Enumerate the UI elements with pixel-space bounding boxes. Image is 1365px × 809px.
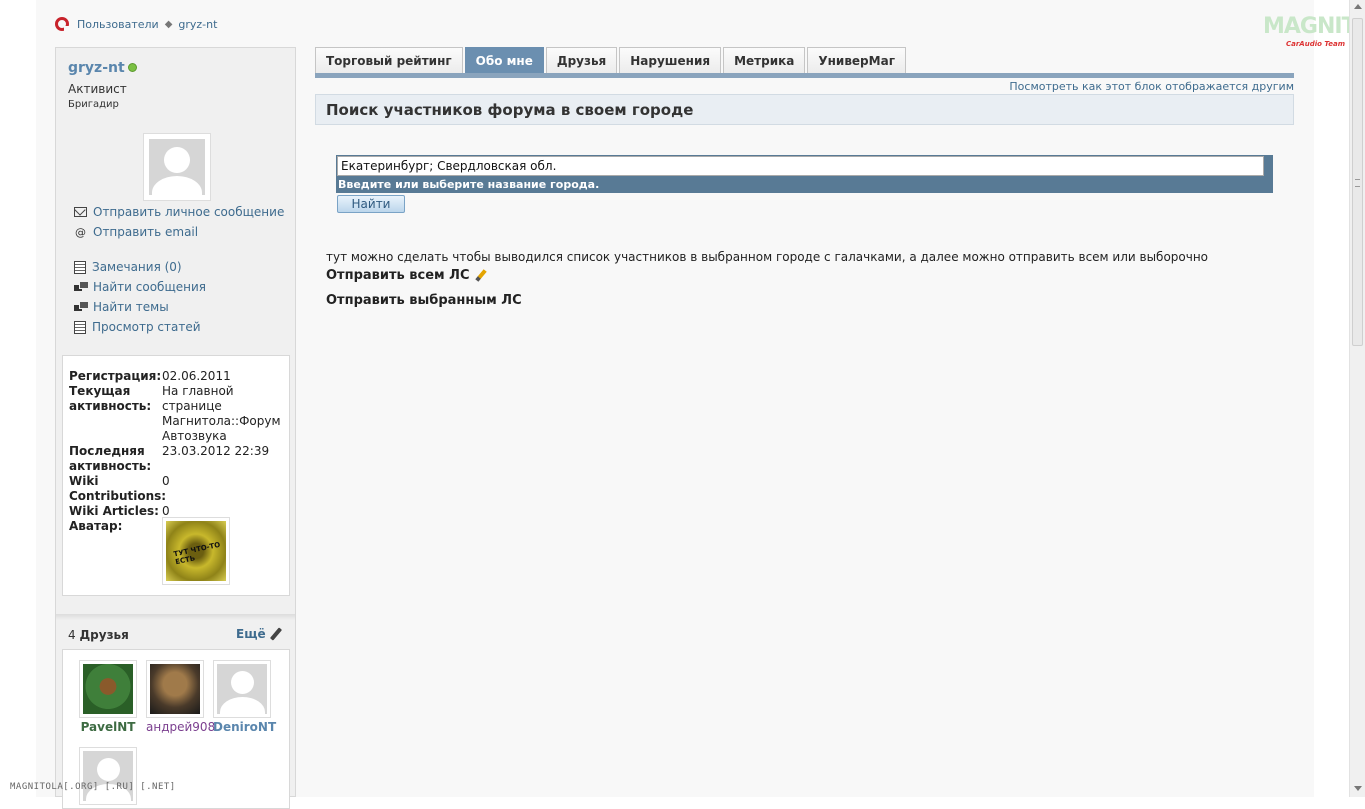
send-selected-pm[interactable]: Отправить выбранным ЛС <box>326 293 522 308</box>
find-posts-action[interactable]: Найти сообщения <box>74 280 206 294</box>
infractions-link[interactable]: Замечания (0) <box>92 260 182 274</box>
profile-tabs: Торговый рейтинг Обо мне Друзья Нарушени… <box>315 47 908 74</box>
activity-value: На главной <box>162 384 234 398</box>
logo-subtext: CarAudio Team <box>1285 40 1345 48</box>
infractions-action[interactable]: Замечания (0) <box>74 260 182 274</box>
send-pm-link[interactable]: Отправить личное сообщение <box>93 205 284 219</box>
find-threads-action[interactable]: Найти темы <box>74 300 169 314</box>
friends-heading: 4 Друзья <box>68 628 129 642</box>
breadcrumb: Пользователи ◆ gryz-nt <box>55 15 217 33</box>
breadcrumb-current[interactable]: gryz-nt <box>178 18 217 31</box>
registration-label: Регистрация: <box>69 369 162 383</box>
find-posts-link[interactable]: Найти сообщения <box>93 280 206 294</box>
friend-avatar[interactable] <box>79 660 137 718</box>
friend-name[interactable]: андрей908 <box>146 720 215 734</box>
profile-picture <box>143 133 211 201</box>
footer-watermark: MAGNITOLA[.ORG] [.RU] [.NET] <box>10 782 176 792</box>
tab-about-me[interactable]: Обо мне <box>464 47 544 73</box>
posts-icon <box>74 281 89 293</box>
friend-avatar[interactable] <box>146 660 204 718</box>
friends-count: 4 <box>68 628 76 642</box>
activity-label-2: активность: <box>69 399 152 413</box>
infraction-icon <box>74 260 86 274</box>
friends-title-text: Друзья <box>79 628 129 642</box>
activity-forum-link[interactable]: Магнитола::Форум <box>162 414 281 429</box>
find-button[interactable]: Найти <box>337 195 405 213</box>
username-text: gryz-nt <box>68 60 125 76</box>
last-activity-label: Последняя <box>69 444 145 458</box>
avatar-label: Аватар: <box>69 519 123 533</box>
tab-univermag[interactable]: УниверМаг <box>807 47 906 73</box>
friend-name[interactable]: PavelNT <box>79 720 137 734</box>
friend-name[interactable]: DeniroNT <box>213 720 276 734</box>
friend-item[interactable]: DeniroNT <box>213 660 276 734</box>
send-email-link[interactable]: Отправить email <box>93 225 198 239</box>
user-avatar-image: ТУТ ЧТО-ТО ЕСТЬ <box>162 517 230 585</box>
breadcrumb-users[interactable]: Пользователи <box>77 18 159 31</box>
wiki-contrib-value: 0 <box>162 474 170 488</box>
find-threads-link[interactable]: Найти темы <box>93 300 169 314</box>
scroll-up-arrow-icon[interactable] <box>1354 4 1362 9</box>
logo-text: MAGNITOLA <box>1263 14 1365 39</box>
friends-divider <box>56 614 295 620</box>
last-activity-value: 23.03.2012 22:39 <box>162 444 270 458</box>
friends-more-link[interactable]: Ещё <box>236 627 282 641</box>
breadcrumb-separator-icon: ◆ <box>164 18 173 30</box>
send-all-pm[interactable]: Отправить всем ЛС <box>326 268 487 283</box>
forum-home-icon[interactable] <box>55 17 69 31</box>
articles-icon <box>74 320 86 334</box>
site-logo[interactable]: MAGNITOLA CarAudio Team <box>1263 14 1365 50</box>
tab-infractions[interactable]: Нарушения <box>619 47 722 73</box>
at-sign-icon: @ <box>75 225 86 239</box>
profile-stats: Регистрация: 02.06.2011 Текущая активнос… <box>62 355 290 596</box>
city-search-panel: Введите или выберите название города. <box>336 155 1273 193</box>
online-status-icon <box>127 63 137 72</box>
friends-more-text[interactable]: Ещё <box>236 627 266 641</box>
default-avatar-icon <box>217 664 267 714</box>
city-search-input[interactable] <box>337 156 1264 176</box>
send-all-pm-text[interactable]: Отправить всем ЛС <box>326 268 470 283</box>
profile-username: gryz-nt <box>68 60 137 76</box>
scroll-down-arrow-icon[interactable] <box>1354 786 1362 791</box>
wiki-contrib-label-2: Contributions: <box>69 489 167 503</box>
city-search-hint: Введите или выберите название города. <box>338 178 600 191</box>
profile-usertitle: Активист <box>68 82 127 96</box>
friend-item[interactable]: PavelNT <box>79 660 137 734</box>
default-avatar-icon <box>149 139 205 195</box>
wiki-articles-label: Wiki Articles: <box>69 504 159 518</box>
registration-value: 02.06.2011 <box>162 369 231 383</box>
default-avatar-icon <box>83 751 133 801</box>
tab-friends[interactable]: Друзья <box>545 47 618 73</box>
view-articles-action[interactable]: Просмотр статей <box>74 320 201 334</box>
info-text: тут можно сделать чтобы выводился список… <box>326 250 1209 264</box>
tab-trade-rating[interactable]: Торговый рейтинг <box>315 47 463 73</box>
wiki-contrib-label: Wiki <box>69 474 99 488</box>
view-as-others-link[interactable]: Посмотреть как этот блок отображается др… <box>1009 80 1294 93</box>
tab-metrics[interactable]: Метрика <box>723 47 806 73</box>
last-activity-label-2: активность: <box>69 459 152 473</box>
edit-pencil-icon[interactable] <box>269 627 282 641</box>
friend-item[interactable]: андрей908 <box>146 660 215 734</box>
activity-value-2: странице <box>162 399 222 413</box>
friend-avatar[interactable] <box>79 747 137 805</box>
profile-sidebar: gryz-nt Активист Бригадир Отправить личн… <box>55 47 296 809</box>
send-pm-action[interactable]: Отправить личное сообщение <box>74 205 284 219</box>
threads-icon <box>74 301 89 313</box>
activity-forum-link-2[interactable]: Автозвука <box>162 429 227 444</box>
envelope-icon <box>74 207 87 217</box>
tab-underline <box>315 73 1294 78</box>
friend-avatar[interactable] <box>213 660 271 718</box>
view-articles-link[interactable]: Просмотр статей <box>92 320 201 334</box>
activity-label: Текущая <box>69 384 131 398</box>
vertical-scrollbar[interactable] <box>1349 0 1365 797</box>
scroll-thumb[interactable] <box>1352 18 1363 346</box>
send-email-action[interactable]: @ Отправить email <box>74 225 198 239</box>
block-title: Поиск участников форума в своем городе <box>315 94 1294 125</box>
friend-item[interactable] <box>79 747 137 805</box>
profile-rank: Бригадир <box>68 99 119 110</box>
